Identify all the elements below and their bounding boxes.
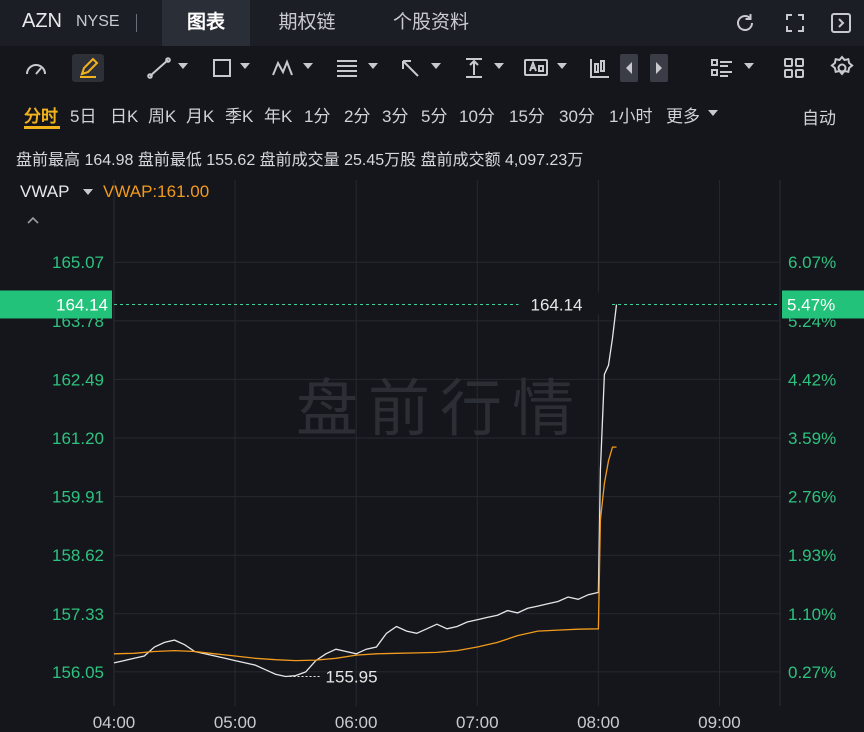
y-tick-label-left: 162.49 — [52, 370, 104, 389]
y-tick-label-left: 156.05 — [52, 663, 104, 682]
y-tick-label-left: 161.20 — [52, 429, 104, 448]
x-tick-label: 04:00 — [93, 713, 136, 732]
series-line-vwap — [113, 446, 617, 662]
current-pct-badge-text: 5.47% — [787, 295, 835, 314]
series-lines — [113, 304, 618, 678]
current-price-badge-text: 164.14 — [56, 295, 108, 314]
y-tick-label-right: 2.76% — [788, 488, 836, 507]
x-tick-label: 07:00 — [456, 713, 499, 732]
x-tick-label: 05:00 — [214, 713, 257, 732]
y-tick-label-left: 158.62 — [52, 546, 104, 565]
y-tick-label-right: 1.10% — [788, 605, 836, 624]
y-tick-label-right: 0.27% — [788, 663, 836, 682]
x-tick-label: 08:00 — [577, 713, 620, 732]
y-tick-label-left: 159.91 — [52, 488, 104, 507]
y-tick-label-right: 3.59% — [788, 429, 836, 448]
low-price-label: 155.95 — [326, 667, 378, 686]
high-price-label: 164.14 — [531, 295, 583, 314]
y-tick-label-left: 157.33 — [52, 605, 104, 624]
x-axis: 04:00 05:00 06:00 07:00 08:00 09:00 — [93, 713, 741, 732]
y-tick-label-right: 6.07% — [788, 253, 836, 272]
x-tick-label: 09:00 — [698, 713, 741, 732]
y-tick-label-left: 165.07 — [52, 253, 104, 272]
chart-watermark: 盘前行情 — [296, 372, 584, 445]
x-tick-label: 06:00 — [335, 713, 378, 732]
y-tick-label-right: 4.42% — [788, 370, 836, 389]
series-line-price — [113, 304, 618, 678]
price-chart[interactable]: 盘前行情 165.07163.78162.49161.20159.91158.6… — [0, 0, 864, 732]
y-tick-label-right: 1.93% — [788, 546, 836, 565]
